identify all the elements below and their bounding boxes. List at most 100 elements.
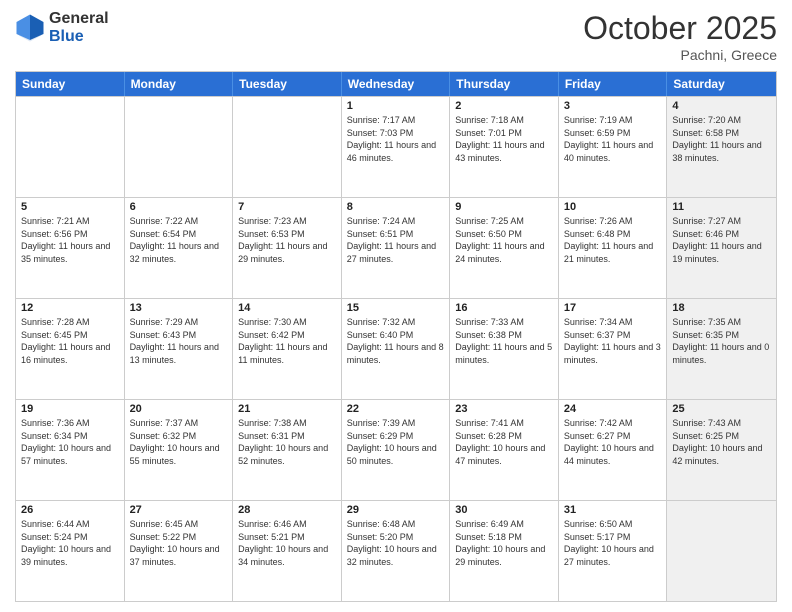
calendar-cell [125, 97, 234, 197]
day-number: 24 [564, 403, 662, 415]
day-number: 13 [130, 302, 228, 314]
cell-info: Sunrise: 7:25 AM Sunset: 6:50 PM Dayligh… [455, 215, 553, 265]
calendar-row-5: 26 Sunrise: 6:44 AM Sunset: 5:24 PM Dayli… [16, 500, 776, 601]
title-block: October 2025 Pachni, Greece [583, 10, 777, 63]
cell-info: Sunrise: 7:21 AM Sunset: 6:56 PM Dayligh… [21, 215, 119, 265]
day-number: 4 [672, 100, 771, 112]
day-header-saturday: Saturday [667, 72, 776, 96]
cell-info: Sunrise: 7:34 AM Sunset: 6:37 PM Dayligh… [564, 316, 662, 366]
cell-info: Sunrise: 6:50 AM Sunset: 5:17 PM Dayligh… [564, 518, 662, 568]
calendar-cell: 12 Sunrise: 7:28 AM Sunset: 6:45 PM Dayli… [16, 299, 125, 399]
calendar-cell: 6 Sunrise: 7:22 AM Sunset: 6:54 PM Daylig… [125, 198, 234, 298]
cell-info: Sunrise: 7:32 AM Sunset: 6:40 PM Dayligh… [347, 316, 445, 366]
calendar-cell: 25 Sunrise: 7:43 AM Sunset: 6:25 PM Dayli… [667, 400, 776, 500]
location: Pachni, Greece [583, 47, 777, 63]
day-number: 8 [347, 201, 445, 213]
cell-info: Sunrise: 7:30 AM Sunset: 6:42 PM Dayligh… [238, 316, 336, 366]
cell-info: Sunrise: 7:43 AM Sunset: 6:25 PM Dayligh… [672, 417, 771, 467]
cell-info: Sunrise: 7:29 AM Sunset: 6:43 PM Dayligh… [130, 316, 228, 366]
cell-info: Sunrise: 7:36 AM Sunset: 6:34 PM Dayligh… [21, 417, 119, 467]
calendar-row-3: 12 Sunrise: 7:28 AM Sunset: 6:45 PM Dayli… [16, 298, 776, 399]
calendar-cell: 14Sunrise: 7:30 AM Sunset: 6:42 PM Dayli… [233, 299, 342, 399]
calendar-cell: 30 Sunrise: 6:49 AM Sunset: 5:18 PM Dayli… [450, 501, 559, 601]
calendar-cell: 22Sunrise: 7:39 AM Sunset: 6:29 PM Dayli… [342, 400, 451, 500]
day-number: 31 [564, 504, 662, 516]
calendar-cell: 16 Sunrise: 7:33 AM Sunset: 6:38 PM Dayli… [450, 299, 559, 399]
cell-info: Sunrise: 7:26 AM Sunset: 6:48 PM Dayligh… [564, 215, 662, 265]
day-number: 16 [455, 302, 553, 314]
calendar-cell: 24 Sunrise: 7:42 AM Sunset: 6:27 PM Dayli… [559, 400, 668, 500]
calendar-cell [667, 501, 776, 601]
cell-info: Sunrise: 6:48 AM Sunset: 5:20 PM Dayligh… [347, 518, 445, 568]
day-number: 25 [672, 403, 771, 415]
day-number: 2 [455, 100, 553, 112]
day-number: 19 [21, 403, 119, 415]
day-number: 23 [455, 403, 553, 415]
logo-text: General Blue [49, 10, 109, 45]
cell-info: Sunrise: 7:35 AM Sunset: 6:35 PM Dayligh… [672, 316, 771, 366]
header: General Blue October 2025 Pachni, Greece [15, 10, 777, 63]
cell-info: Sunrise: 7:17 AM Sunset: 7:03 PM Dayligh… [347, 114, 445, 164]
day-number: 20 [130, 403, 228, 415]
calendar-cell: 21Sunrise: 7:38 AM Sunset: 6:31 PM Dayli… [233, 400, 342, 500]
calendar-cell: 26 Sunrise: 6:44 AM Sunset: 5:24 PM Dayli… [16, 501, 125, 601]
cell-info: Sunrise: 7:37 AM Sunset: 6:32 PM Dayligh… [130, 417, 228, 467]
cell-info: Sunrise: 7:41 AM Sunset: 6:28 PM Dayligh… [455, 417, 553, 467]
day-number: 18 [672, 302, 771, 314]
day-number: 7 [238, 201, 336, 213]
calendar-cell: 9 Sunrise: 7:25 AM Sunset: 6:50 PM Daylig… [450, 198, 559, 298]
cell-info: Sunrise: 7:38 AM Sunset: 6:31 PM Dayligh… [238, 417, 336, 467]
cell-info: Sunrise: 7:42 AM Sunset: 6:27 PM Dayligh… [564, 417, 662, 467]
calendar-cell: 4 Sunrise: 7:20 AM Sunset: 6:58 PM Daylig… [667, 97, 776, 197]
day-number: 29 [347, 504, 445, 516]
calendar-cell: 5 Sunrise: 7:21 AM Sunset: 6:56 PM Daylig… [16, 198, 125, 298]
day-number: 30 [455, 504, 553, 516]
day-number: 6 [130, 201, 228, 213]
logo-icon [15, 13, 45, 43]
day-number: 3 [564, 100, 662, 112]
cell-info: Sunrise: 6:46 AM Sunset: 5:21 PM Dayligh… [238, 518, 336, 568]
cell-info: Sunrise: 7:19 AM Sunset: 6:59 PM Dayligh… [564, 114, 662, 164]
day-number: 12 [21, 302, 119, 314]
calendar-cell: 1 Sunrise: 7:17 AM Sunset: 7:03 PM Daylig… [342, 97, 451, 197]
calendar-cell: 8 Sunrise: 7:24 AM Sunset: 6:51 PM Daylig… [342, 198, 451, 298]
day-header-friday: Friday [559, 72, 668, 96]
logo-blue-text: Blue [49, 28, 109, 46]
day-header-sunday: Sunday [16, 72, 125, 96]
calendar-cell: 13 Sunrise: 7:29 AM Sunset: 6:43 PM Dayli… [125, 299, 234, 399]
calendar-row-4: 19 Sunrise: 7:36 AM Sunset: 6:34 PM Dayli… [16, 399, 776, 500]
calendar-cell: 18 Sunrise: 7:35 AM Sunset: 6:35 PM Dayli… [667, 299, 776, 399]
day-header-thursday: Thursday [450, 72, 559, 96]
day-number: 17 [564, 302, 662, 314]
cell-info: Sunrise: 7:28 AM Sunset: 6:45 PM Dayligh… [21, 316, 119, 366]
calendar-row-1: 1 Sunrise: 7:17 AM Sunset: 7:03 PM Daylig… [16, 96, 776, 197]
calendar-cell: 7 Sunrise: 7:23 AM Sunset: 6:53 PM Daylig… [233, 198, 342, 298]
cell-info: Sunrise: 6:44 AM Sunset: 5:24 PM Dayligh… [21, 518, 119, 568]
calendar-cell: 27Sunrise: 6:45 AM Sunset: 5:22 PM Dayli… [125, 501, 234, 601]
calendar-cell: 29 Sunrise: 6:48 AM Sunset: 5:20 PM Dayli… [342, 501, 451, 601]
calendar-cell: 20 Sunrise: 7:37 AM Sunset: 6:32 PM Dayli… [125, 400, 234, 500]
day-number: 11 [672, 201, 771, 213]
cell-info: Sunrise: 7:24 AM Sunset: 6:51 PM Dayligh… [347, 215, 445, 265]
calendar-header: SundayMondayTuesdayWednesdayThursdayFrid… [16, 72, 776, 96]
calendar-cell: 28Sunrise: 6:46 AM Sunset: 5:21 PM Dayli… [233, 501, 342, 601]
day-header-wednesday: Wednesday [342, 72, 451, 96]
cell-info: Sunrise: 7:27 AM Sunset: 6:46 PM Dayligh… [672, 215, 771, 265]
day-number: 5 [21, 201, 119, 213]
calendar-cell: 19 Sunrise: 7:36 AM Sunset: 6:34 PM Dayli… [16, 400, 125, 500]
cell-info: Sunrise: 7:20 AM Sunset: 6:58 PM Dayligh… [672, 114, 771, 164]
day-number: 26 [21, 504, 119, 516]
cell-info: Sunrise: 7:23 AM Sunset: 6:53 PM Dayligh… [238, 215, 336, 265]
cell-info: Sunrise: 6:45 AM Sunset: 5:22 PM Dayligh… [130, 518, 228, 568]
cell-info: Sunrise: 7:33 AM Sunset: 6:38 PM Dayligh… [455, 316, 553, 366]
calendar-row-2: 5 Sunrise: 7:21 AM Sunset: 6:56 PM Daylig… [16, 197, 776, 298]
cell-info: Sunrise: 6:49 AM Sunset: 5:18 PM Dayligh… [455, 518, 553, 568]
cell-info: Sunrise: 7:18 AM Sunset: 7:01 PM Dayligh… [455, 114, 553, 164]
logo-general-text: General [49, 10, 109, 28]
day-number: 10 [564, 201, 662, 213]
calendar-cell: 2 Sunrise: 7:18 AM Sunset: 7:01 PM Daylig… [450, 97, 559, 197]
cell-info: Sunrise: 7:22 AM Sunset: 6:54 PM Dayligh… [130, 215, 228, 265]
day-number: 1 [347, 100, 445, 112]
day-number: 22 [347, 403, 445, 415]
day-number: 9 [455, 201, 553, 213]
